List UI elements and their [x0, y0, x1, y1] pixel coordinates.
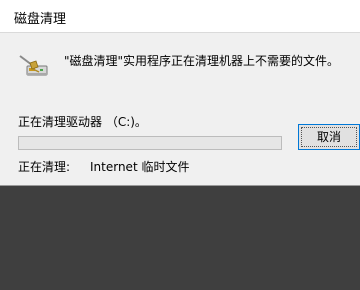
cleanup-progress-bar: [18, 136, 282, 150]
cleaning-drive-status: 正在清理驱动器 （C:)。: [18, 115, 147, 129]
dialog-message: "磁盘清理"实用程序正在清理机器上不需要的文件。: [64, 54, 340, 68]
disk-cleanup-icon: [19, 55, 48, 76]
cancel-button-label: 取消: [316, 130, 341, 144]
title-divider: [0, 32, 360, 33]
disk-cleanup-dialog: 磁盘清理 "磁盘清理"实用程序正在清理机器上不需要的文件。 正在清理驱动器 （C…: [0, 0, 360, 186]
title-bar[interactable]: 磁盘清理: [0, 0, 360, 32]
cleaning-label: 正在清理:: [18, 160, 71, 174]
cancel-button[interactable]: 取消: [298, 124, 360, 150]
window-title: 磁盘清理: [14, 12, 67, 27]
cleaning-item-name: Internet 临时文件: [90, 160, 190, 174]
